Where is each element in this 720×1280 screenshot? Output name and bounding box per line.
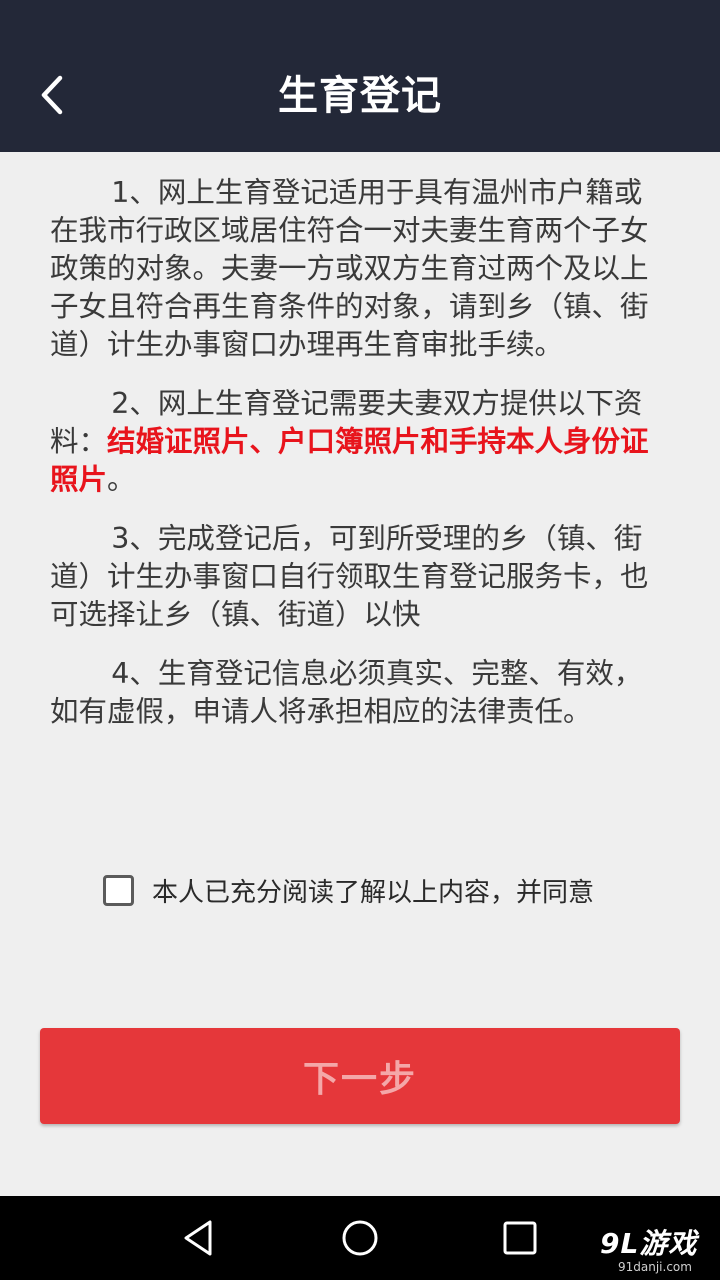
- notice-paragraph-1: 1、网上生育登记适用于具有温州市户籍或在我市行政区域居住符合一对夫妻生育两个子女…: [50, 176, 649, 361]
- required-materials-highlight: 结婚证照片、户口簿照片和手持本人身份证照片: [50, 425, 649, 496]
- next-step-button[interactable]: 下一步: [40, 1028, 680, 1124]
- agreement-row[interactable]: 本人已充分阅读了解以上内容，并同意: [103, 870, 594, 910]
- circle-home-icon: [342, 1220, 378, 1256]
- notice-paragraph-2-suffix: 。: [107, 463, 136, 496]
- site-watermark: 9L游戏 91danji.com: [600, 1228, 710, 1276]
- page-title: 生育登记: [278, 73, 442, 119]
- notice-paragraph-4: 4、生育登记信息必须真实、完整、有效，如有虚假，申请人将承担相应的法律责任。: [50, 657, 643, 728]
- nav-home-button[interactable]: [336, 1214, 384, 1262]
- nav-back-button[interactable]: [176, 1214, 224, 1262]
- notice-content: 1、网上生育登记适用于具有温州市户籍或在我市行政区域居住符合一对夫妻生育两个子女…: [50, 174, 670, 752]
- notice-paragraph-2: 2、网上生育登记需要夫妻双方提供以下资料：结婚证照片、户口簿照片和手持本人身份证…: [50, 385, 670, 499]
- square-recent-icon: [503, 1221, 537, 1255]
- triangle-back-icon: [184, 1220, 212, 1256]
- notice-paragraph-3: 3、完成登记后，可到所受理的乡（镇、街道）计生办事窗口自行领取生育登记服务卡，也…: [50, 522, 649, 631]
- nav-recent-apps-button[interactable]: [496, 1214, 544, 1262]
- watermark-site: 91danji.com: [618, 1260, 692, 1274]
- app-header: 生育登记: [0, 0, 720, 152]
- agreement-checkbox[interactable]: [103, 874, 134, 906]
- watermark-brand: 9L游戏: [600, 1227, 698, 1260]
- agreement-label: 本人已充分阅读了解以上内容，并同意: [152, 877, 595, 908]
